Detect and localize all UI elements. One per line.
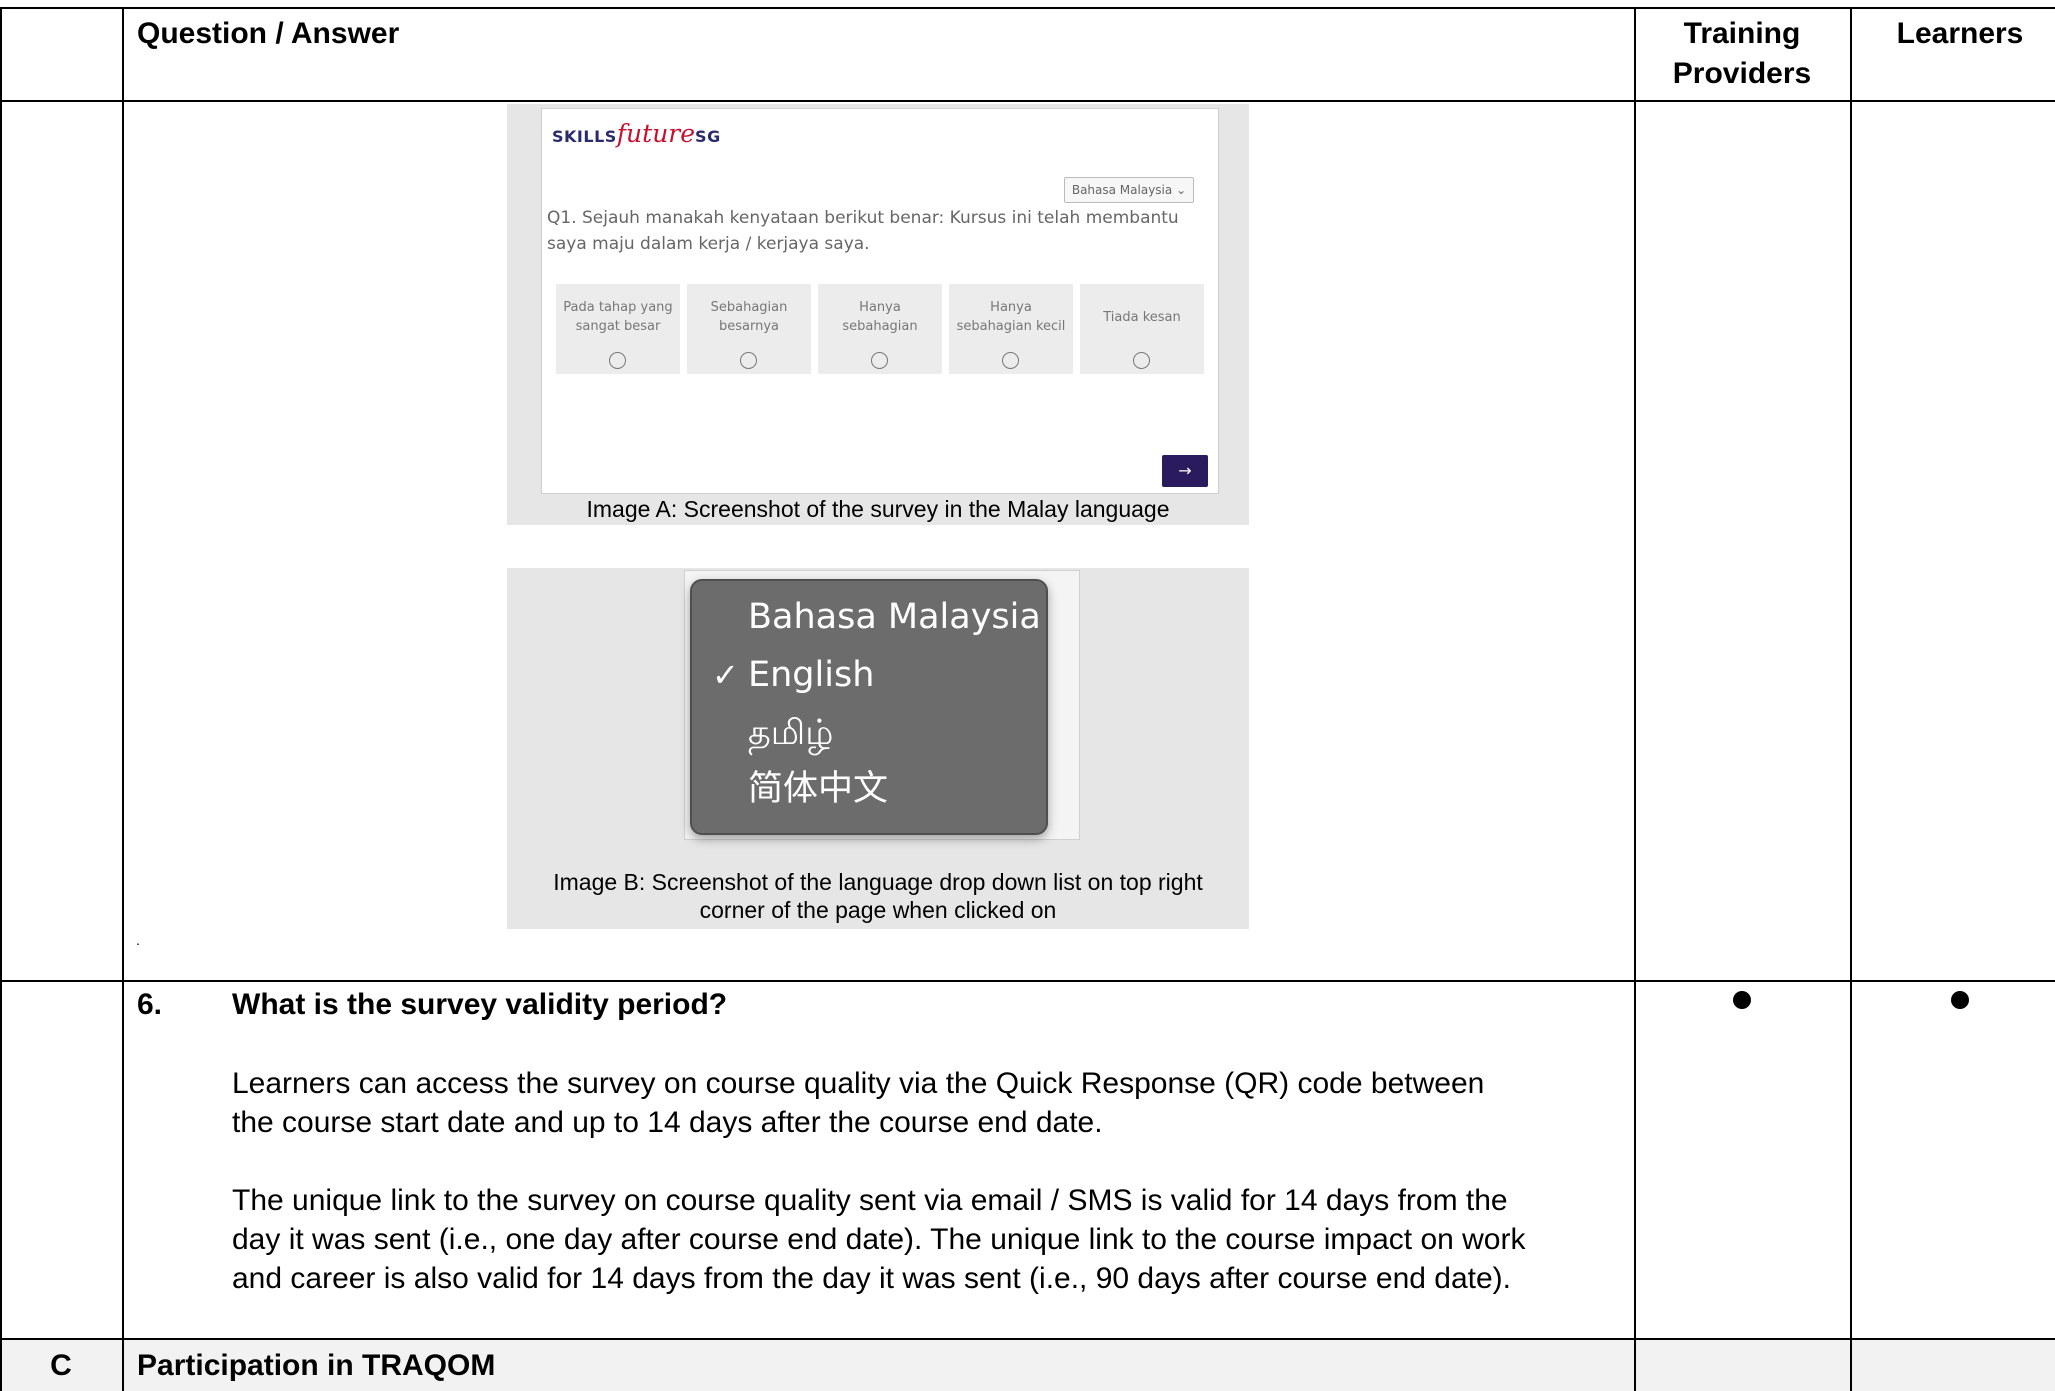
question-title: What is the survey validity period? (232, 988, 728, 1021)
stray-period: . (136, 932, 140, 948)
image-a-figure: SKILLSfutureSG Bahasa Malaysia ⌄ Q1. Sej… (507, 104, 1249, 525)
image-b-caption: Image B: Screenshot of the language drop… (553, 869, 1203, 923)
language-option: 简体中文 (748, 769, 889, 809)
answer-option: Pada tahap yang sangat besar (556, 284, 680, 374)
header-training-providers: Training Providers (1672, 17, 1812, 90)
column-divider (1850, 7, 1852, 1391)
training-providers-bullet (1733, 991, 1751, 1009)
answer-option: Hanya sebahagian (818, 284, 942, 374)
answer-option: Sebahagian besarnya (687, 284, 811, 374)
learners-bullet (1951, 991, 1969, 1009)
next-button: → (1162, 455, 1208, 487)
row-divider (0, 980, 2055, 982)
checkmark-icon: ✓ (712, 656, 739, 694)
language-option: தமிழ் (748, 713, 834, 753)
question-number: 6. (137, 988, 163, 1021)
section-letter: C (50, 1349, 72, 1382)
chevron-down-icon: ⌄ (1176, 183, 1187, 197)
survey-question: Q1. Sejauh manakah kenyataan berikut ben… (547, 208, 1179, 254)
section-title: Participation in TRAQOM (137, 1349, 496, 1382)
header-bottom-border (0, 100, 2055, 102)
answer-paragraph-1: Learners can access the survey on course… (232, 1067, 1485, 1139)
skillsfuture-logo: SKILLSfutureSG (552, 119, 721, 148)
column-divider (1634, 7, 1636, 1391)
radio-icon (609, 352, 626, 369)
language-option: Bahasa Malaysia (748, 597, 1041, 637)
survey-screenshot-malay: SKILLSfutureSG Bahasa Malaysia ⌄ Q1. Sej… (541, 108, 1219, 494)
answer-option: Tiada kesan (1080, 284, 1204, 374)
radio-icon (871, 352, 888, 369)
table-top-border (0, 7, 2055, 9)
image-b-figure: Bahasa Malaysia ✓ English தமிழ் 简体中文 Imag… (507, 568, 1249, 929)
image-a-caption: Image A: Screenshot of the survey in the… (586, 496, 1170, 522)
answer-paragraph-2: The unique link to the survey on course … (232, 1184, 1526, 1295)
language-option-selected: ✓ English (692, 647, 1046, 703)
header-question-answer: Question / Answer (137, 17, 400, 50)
row-divider (0, 1338, 2055, 1340)
radio-icon (1133, 352, 1150, 369)
language-select: Bahasa Malaysia ⌄ (1064, 177, 1194, 203)
column-divider (122, 7, 124, 1391)
radio-icon (1002, 352, 1019, 369)
header-learners: Learners (1896, 17, 2024, 50)
language-dropdown-list: Bahasa Malaysia ✓ English தமிழ் 简体中文 (690, 579, 1048, 835)
answer-option: Hanya sebahagian kecil (949, 284, 1073, 374)
table-left-border (0, 7, 2, 1391)
radio-icon (740, 352, 757, 369)
